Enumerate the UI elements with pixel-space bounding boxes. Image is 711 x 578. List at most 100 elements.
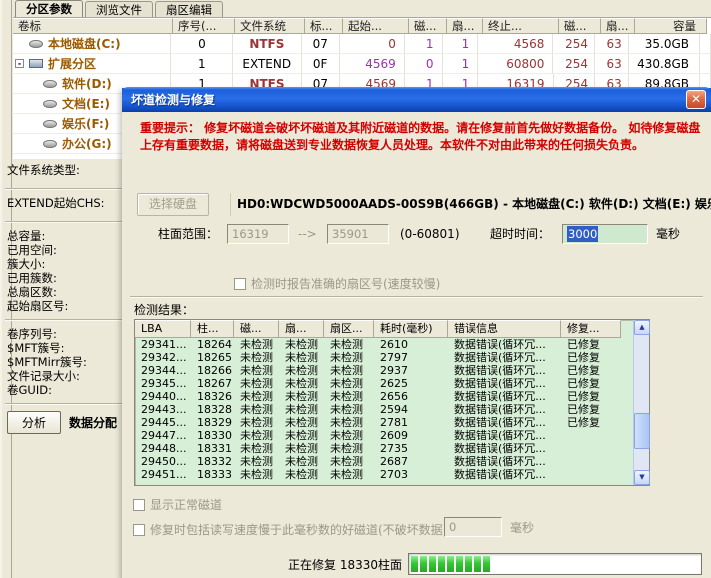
results-column-header[interactable]: 扇区... [324,320,374,338]
results-column-header[interactable]: 修复... [561,320,621,338]
cell-index: 1 [171,54,233,74]
show-normal-checkbox[interactable]: 显示正常磁道 [133,496,222,513]
column-header[interactable]: 起始... [343,18,409,34]
property-label: 起始扇区号: [7,299,69,313]
property-label: 总容量: [7,229,46,243]
column-header[interactable]: 标... [305,18,343,34]
tab-partition-params[interactable]: 分区参数 [15,0,83,17]
slow-ms-input[interactable]: 0 [444,517,502,537]
cell-elapsed-ms: 2781 [380,416,408,429]
checkbox-icon[interactable] [133,523,145,536]
cell-end: 60800 [478,54,554,74]
screen: 分区参数 浏览文件 扇区编辑 卷标 序号(... 文件系统 标... 起始... 磁...… [0,0,711,578]
close-icon[interactable]: ✕ [686,90,706,109]
cell-head: 未检测 [240,442,273,455]
results-row[interactable]: 29341... 18264 未检测 未检测 未检测 2610 数据错误(循环冗… [135,338,633,351]
cell-sector: 未检测 [285,455,318,468]
scroll-thumb[interactable] [634,413,650,449]
column-header[interactable]: 磁... [409,18,447,34]
column-header[interactable]: 终止... [483,18,559,34]
timeout-input[interactable]: 3000 [562,224,648,244]
results-column-header[interactable]: LBA [135,320,191,338]
dialog-title-bar[interactable]: 坏道检测与修复 ✕ [122,87,711,112]
column-header[interactable]: 卷标 [13,18,173,34]
checkbox-icon[interactable] [234,277,246,290]
divider [5,403,122,405]
column-header[interactable]: 文件系统 [235,18,305,34]
disk-icon [43,139,57,148]
cell-error-info: 数据错误(循环冗... [454,416,546,429]
results-column-header[interactable]: 扇... [279,320,324,338]
cell-elapsed-ms: 2797 [380,351,408,364]
cell-sector: 未检测 [285,429,318,442]
cell-head: 未检测 [240,416,273,429]
cell-elapsed-ms: 2609 [380,429,408,442]
report-accurate-checkbox[interactable]: 检测时报告准确的扇区号(速度较慢) [234,275,440,292]
results-row[interactable]: 29450... 18332 未检测 未检测 未检测 2687 数据错误(循环冗… [135,455,633,468]
cell-repair-status [561,429,621,442]
tab-browse-files[interactable]: 浏览文件 [85,1,153,17]
results-row[interactable]: 29448... 18331 未检测 未检测 未检测 2735 数据错误(循环冗… [135,442,633,455]
cell-repair-status [561,442,621,455]
results-scrollbar[interactable]: ▲ ▼ [633,320,650,485]
cell-head: 1 [404,34,443,54]
cell-sector-size: 未检测 [330,455,363,468]
cell-sector: 未检测 [285,390,318,403]
progress-bar [408,553,702,575]
cylinder-from-input[interactable]: 16319 [227,224,289,244]
warning-text: 重要提示： 修复坏磁道会破坏坏磁道及其附近磁道的数据。请在修复前首先做好数据备份… [140,121,701,152]
results-rows: 29341... 18264 未检测 未检测 未检测 2610 数据错误(循环冗… [135,338,649,481]
property-label: 文件记录大小: [7,369,80,383]
cell-repair-status: 已修复 [567,390,600,403]
extended-partition-icon [29,59,43,68]
timeout-unit-label: 毫秒 [656,227,681,241]
bad-sector-dialog: 坏道检测与修复 ✕ 重要提示： 修复坏磁道会破坏坏磁道及其附近磁道的数据。请在修… [122,87,711,578]
results-row[interactable]: 29443... 18328 未检测 未检测 未检测 2594 数据错误(循环冗… [135,403,633,416]
cell-head: 0 [404,54,443,74]
results-column-header[interactable]: 磁... [234,320,279,338]
property-label: EXTEND起始CHS: [7,196,105,210]
tab-sector-edit[interactable]: 扇区编辑 [155,1,223,17]
table-row[interactable]: 本地磁盘(C:) 0 NTFS 07 0 1 1 4568 254 63 35.… [13,34,711,54]
results-row[interactable]: 29345... 18267 未检测 未检测 未检测 2625 数据错误(循环冗… [135,377,633,390]
property-label: 卷GUID: [7,383,52,397]
cell-lba: 29342... [141,351,187,364]
cell-head: 未检测 [240,455,273,468]
column-header[interactable]: 序号(... [173,18,235,34]
cell-sector: 未检测 [285,416,318,429]
results-row[interactable]: 29440... 18326 未检测 未检测 未检测 2656 数据错误(循环冗… [135,390,633,403]
results-column-header[interactable]: 错误信息 [448,320,561,338]
select-disk-button[interactable]: 选择硬盘 [137,193,209,216]
checkbox-icon[interactable] [133,498,145,511]
cylinder-to-input[interactable]: 35901 [327,224,389,244]
results-column-header[interactable]: 耗时(毫秒) [374,320,448,338]
cell-elapsed-ms: 2610 [380,338,408,351]
results-row[interactable]: 29342... 18265 未检测 未检测 未检测 2797 数据错误(循环冗… [135,351,633,364]
disk-icon [43,119,57,128]
scroll-up-icon[interactable]: ▲ [634,320,650,335]
column-header[interactable]: 扇... [601,18,635,34]
cell-head2: 254 [553,34,596,54]
cell-sector-size: 未检测 [330,468,363,481]
property-label: 已用空间: [7,243,57,257]
scroll-down-icon[interactable]: ▼ [634,470,650,485]
results-row[interactable]: 29447... 18330 未检测 未检测 未检测 2609 数据错误(循环冗… [135,429,633,442]
cell-cylinder: 18331 [197,442,232,455]
cell-elapsed-ms: 2625 [380,377,408,390]
property-label: 总扇区数: [7,285,57,299]
disk-info-label[interactable]: HD0:WDCWD5000AADS-00S9B(466GB) - 本地磁盘(C:… [230,193,711,216]
column-header[interactable]: 扇... [447,18,483,34]
results-row[interactable]: 29451... 18333 未检测 未检测 未检测 2703 数据错误(循环冗… [135,468,633,481]
volume-label: - 扩展分区 [13,54,172,74]
cell-cylinder: 18265 [197,351,232,364]
cell-cylinder: 18266 [197,364,232,377]
column-header[interactable]: 容量 [635,18,707,34]
results-row[interactable]: 29445... 18329 未检测 未检测 未检测 2781 数据错误(循环冗… [135,416,633,429]
results-column-header[interactable]: 柱... [191,320,234,338]
column-header[interactable]: 磁... [559,18,601,34]
repair-slow-checkbox[interactable]: 修复时包括读写速度慢于此毫秒数的好磁道(不破坏数据)： [133,521,459,538]
table-row[interactable]: - 扩展分区 1 EXTEND 0F 4569 0 1 60800 254 63… [13,54,711,74]
collapse-icon[interactable]: - [15,59,24,68]
results-row[interactable]: 29344... 18266 未检测 未检测 未检测 2937 数据错误(循环冗… [135,364,633,377]
analyze-button[interactable]: 分析 [7,411,62,434]
